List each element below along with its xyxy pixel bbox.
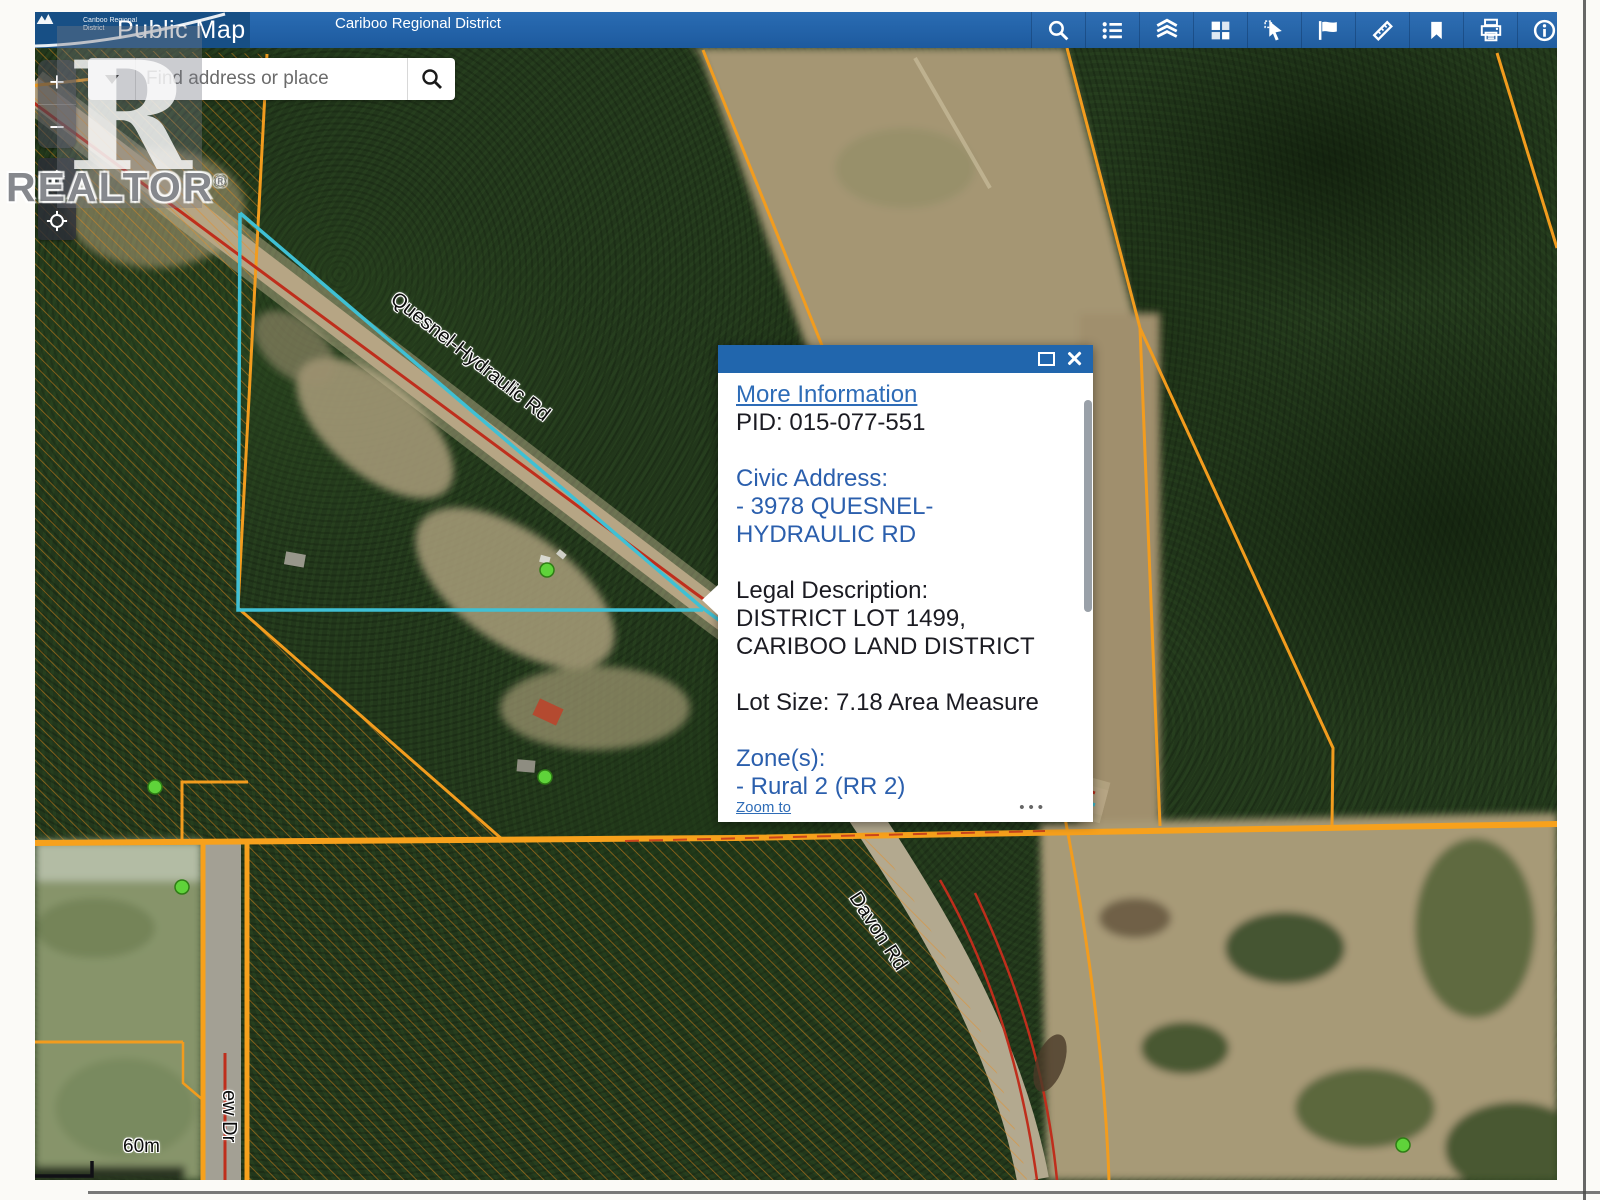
print-icon	[1478, 17, 1504, 43]
search-dropdown-button[interactable]	[88, 58, 136, 100]
app-header: Cariboo Regional District Public Map Car…	[35, 12, 1557, 48]
legal-description-label: Legal Description:	[736, 577, 1079, 605]
legal-description-line1: DISTRICT LOT 1499,	[736, 605, 1079, 633]
org-label: Cariboo Regional District	[335, 15, 501, 32]
page-title: Public Map	[117, 16, 246, 45]
page: Quesnel-Hydraulic Rd Davon Rd ew Dr 60m …	[0, 0, 1600, 1200]
pid-value: PID: 015-077-551	[736, 409, 1079, 437]
zone-value: - Rural 2 (RR 2)	[736, 773, 1079, 801]
toolbar-draw-button[interactable]	[1301, 12, 1355, 48]
search-icon	[420, 67, 444, 91]
toolbar	[1031, 12, 1557, 48]
zoom-control: + −	[38, 60, 76, 148]
toolbar-print-button[interactable]	[1463, 12, 1517, 48]
civic-address-line2: HYDRAULIC RD	[736, 521, 1079, 549]
search-icon	[1046, 18, 1071, 43]
map-flag-icon	[1316, 18, 1341, 43]
popup-scrollbar[interactable]	[1084, 400, 1092, 612]
legal-description-line2: CARIBOO LAND DISTRICT	[736, 633, 1079, 661]
feature-popup: More Information PID: 015-077-551 Civic …	[718, 345, 1093, 822]
zones-label: Zone(s):	[736, 745, 1079, 773]
civic-address-line1: - 3978 QUESNEL-	[736, 493, 1079, 521]
search-input[interactable]	[136, 58, 407, 100]
zoom-to-link[interactable]: Zoom to	[736, 799, 791, 816]
toolbar-layers-button[interactable]	[1139, 12, 1193, 48]
info-icon	[1532, 18, 1557, 43]
scan-edge-vertical	[1583, 0, 1586, 1200]
legend-icon	[1100, 18, 1125, 43]
toolbar-info-button[interactable]	[1517, 12, 1557, 48]
locate-button[interactable]	[38, 202, 76, 240]
locate-icon	[46, 210, 68, 232]
zoom-in-button[interactable]: +	[38, 60, 76, 105]
search-widget	[88, 58, 455, 100]
chevron-down-icon	[105, 75, 119, 84]
popup-title-bar	[718, 345, 1093, 373]
zoom-out-button[interactable]: −	[38, 105, 76, 149]
toolbar-measure-button[interactable]	[1355, 12, 1409, 48]
scan-edge-horizontal	[88, 1191, 1600, 1194]
toolbar-search-button[interactable]	[1031, 12, 1085, 48]
measure-ruler-icon	[1370, 18, 1395, 43]
maximize-icon[interactable]	[1038, 352, 1055, 366]
bookmark-icon	[1425, 19, 1448, 42]
road-label-view-dr: ew Dr	[217, 1090, 240, 1142]
close-icon[interactable]	[1066, 350, 1083, 367]
search-button[interactable]	[407, 58, 455, 100]
civic-address-label: Civic Address:	[736, 465, 1079, 493]
basemap-icon	[1208, 18, 1233, 43]
toolbar-select-button[interactable]	[1247, 12, 1301, 48]
select-cursor-icon	[1262, 18, 1287, 43]
popup-callout-arrow	[702, 585, 718, 615]
scale-label: 60m	[123, 1136, 160, 1158]
crd-logo-icon	[35, 12, 55, 26]
layers-icon	[1154, 17, 1180, 43]
toolbar-bookmark-button[interactable]	[1409, 12, 1463, 48]
more-information-link[interactable]: More Information	[736, 381, 1079, 409]
popup-body: More Information PID: 015-077-551 Civic …	[718, 373, 1093, 822]
home-button[interactable]	[38, 158, 76, 196]
map-canvas[interactable]: Quesnel-Hydraulic Rd Davon Rd ew Dr 60m …	[35, 48, 1557, 1180]
lot-size-value: Lot Size: 7.18 Area Measure	[736, 689, 1079, 717]
popup-menu-dots[interactable]: •••	[1019, 799, 1047, 816]
home-icon	[46, 166, 68, 188]
toolbar-basemap-button[interactable]	[1193, 12, 1247, 48]
toolbar-legend-button[interactable]	[1085, 12, 1139, 48]
